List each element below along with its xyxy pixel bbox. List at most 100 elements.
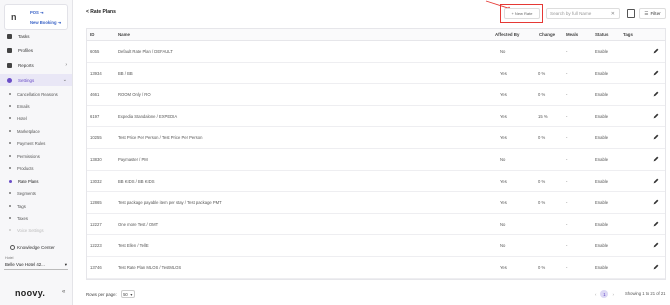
table-row[interactable]: 4661 ROOM Only / RO Yes 0 % - Enable xyxy=(87,84,665,106)
sidebar-subitem-rate-plans[interactable]: Rate Plans xyxy=(0,175,72,187)
edit-pencil-icon[interactable] xyxy=(653,178,659,184)
chevron-down-icon: ⌄ xyxy=(62,77,67,83)
column-header-name[interactable]: Name xyxy=(118,32,130,37)
edit-pencil-icon[interactable] xyxy=(653,156,659,162)
column-header-change[interactable]: Change xyxy=(539,32,555,37)
table-row[interactable]: 13032 BB KIDS / BB KIDS Yes 0 % - Enable xyxy=(87,171,665,193)
sidebar-subitem-hotel[interactable]: Hotel xyxy=(0,112,72,124)
bullet-icon xyxy=(9,105,11,107)
sidebar-subitem-tags[interactable]: Tags xyxy=(0,200,72,212)
edit-pencil-icon[interactable] xyxy=(653,242,659,248)
back-to-rate-plans-link[interactable]: < Rate Plans xyxy=(86,9,116,15)
table-row[interactable]: 12223 Test Ellen / TellE No - Enable xyxy=(87,235,665,257)
cell-change: 0 % xyxy=(538,135,546,141)
table-row[interactable]: 12227 One more Test / OMT No - Enable xyxy=(87,214,665,236)
pos-link[interactable]: POS ⇥ xyxy=(30,10,44,15)
cell-meals: - xyxy=(566,157,568,162)
cell-name: Test package payable item per stay / Tes… xyxy=(118,200,222,206)
edit-pencil-icon[interactable] xyxy=(653,70,659,76)
sidebar-item-reports[interactable]: Reports › xyxy=(0,59,72,71)
settings-icon xyxy=(7,77,12,83)
column-header-affected-by[interactable]: Affected By xyxy=(495,32,519,37)
cell-affected: Yes xyxy=(500,178,507,184)
filter-icon: ☰ xyxy=(644,10,649,16)
edit-pencil-icon[interactable] xyxy=(653,264,659,270)
hotel-select[interactable]: Belle Vue Hotel 42... ▾ xyxy=(4,260,68,270)
sidebar-subitem-payment-rules[interactable]: Payment Rules xyxy=(0,137,72,149)
cell-change: 15 % xyxy=(538,113,548,119)
edit-pencil-icon[interactable] xyxy=(653,91,659,97)
sidebar-item-settings[interactable]: Settings ⌄ xyxy=(0,74,72,86)
cell-status: Enable xyxy=(595,135,609,141)
cell-id: 6055 xyxy=(90,49,100,54)
sidebar-subitem-taxes[interactable]: Taxes xyxy=(0,212,72,224)
dropdown-arrow-icon: ▾ xyxy=(64,261,67,267)
sidebar-item-profiles[interactable]: Profiles xyxy=(0,44,72,56)
column-header-status[interactable]: Status xyxy=(595,32,608,37)
cell-meals: - xyxy=(566,70,568,76)
search-input[interactable]: Search by full Name ✕ xyxy=(546,8,620,19)
sidebar-subitem-permissions[interactable]: Permissions xyxy=(0,150,72,162)
filter-button[interactable]: ☰ Filter xyxy=(639,8,666,19)
bullet-icon xyxy=(9,117,11,119)
clear-search-icon[interactable]: ✕ xyxy=(611,11,615,17)
cell-status: Enable xyxy=(595,200,609,206)
cell-id: 13830 xyxy=(90,157,102,162)
column-header-tags[interactable]: Tags xyxy=(623,32,633,37)
pagination-summary: Showing 1 to 21 of 21 xyxy=(625,291,666,296)
annotation-highlight-box xyxy=(500,4,543,23)
edit-pencil-icon[interactable] xyxy=(653,48,659,54)
cell-status: Enable xyxy=(595,265,609,270)
bullet-icon xyxy=(9,192,11,194)
cell-name: Test Price Per Person / Test Price Per P… xyxy=(118,135,203,141)
edit-pencil-icon[interactable] xyxy=(653,113,659,119)
cell-name: Default Rate Plan / DEFAULT xyxy=(118,49,173,54)
cell-status: Enable xyxy=(595,178,609,184)
cell-name: ROOM Only / RO xyxy=(118,92,151,98)
cell-name: Test Ellen / TellE xyxy=(118,243,149,249)
table-row[interactable]: 6197 Expedia Standalone / EXPEDIA Yes 15 % -… xyxy=(87,106,665,128)
pagination: ‹ 1 › xyxy=(595,290,614,298)
cell-affected: Yes xyxy=(500,70,507,76)
cell-id: 13032 xyxy=(90,178,102,184)
sidebar-subitem-segments[interactable]: Segments xyxy=(0,187,72,199)
table-row[interactable]: 10255 Test Price Per Person / Test Price … xyxy=(87,127,665,149)
cell-meals: - xyxy=(566,200,568,206)
column-header-id[interactable]: ID xyxy=(90,32,94,37)
page-button-current[interactable]: 1 xyxy=(600,290,609,298)
table-row[interactable]: 12865 Test package payable item per stay … xyxy=(87,192,665,214)
cell-affected: No xyxy=(500,221,506,227)
rows-per-page-select[interactable]: 50 ▾ xyxy=(120,290,135,298)
cell-change: 0 % xyxy=(538,92,546,98)
edit-pencil-icon[interactable] xyxy=(653,134,659,140)
export-pdf-icon[interactable] xyxy=(627,9,635,18)
cell-status: Enable xyxy=(595,221,609,227)
table-row[interactable]: 13934 BB / BB Yes 0 % - Enable xyxy=(87,63,665,85)
sidebar-subitem-products[interactable]: Products xyxy=(0,162,72,174)
sidebar-subitem-voice-settings[interactable]: Voice Settings xyxy=(0,224,72,236)
table-row[interactable]: 13746 Test Rate Plan MLOS / TestMLOS Yes 0 … xyxy=(87,257,665,279)
bullet-icon xyxy=(9,155,11,157)
column-header-meals[interactable]: Meals xyxy=(566,32,578,37)
sidebar-item-tasks[interactable]: Tasks xyxy=(0,30,72,42)
next-page-icon[interactable]: › xyxy=(612,292,613,297)
cell-status: Enable xyxy=(595,113,609,119)
cell-id: 12223 xyxy=(90,243,102,249)
bullet-icon xyxy=(9,217,11,219)
previous-page-icon[interactable]: ‹ xyxy=(595,292,596,297)
table-row[interactable]: 13830 Paymaster / PM No - Enable xyxy=(87,149,665,171)
collapse-sidebar-icon[interactable]: « xyxy=(62,289,65,295)
table-row[interactable]: 6055 Default Rate Plan / DEFAULT No - Enable xyxy=(87,41,665,63)
sidebar-subitem-cancellation-reasons[interactable]: Cancellation Reasons xyxy=(0,88,72,100)
new-booking-link[interactable]: New Booking ⇥ xyxy=(30,20,61,25)
sidebar-subitem-emails[interactable]: Emails xyxy=(0,100,72,112)
edit-pencil-icon[interactable] xyxy=(653,221,659,227)
cell-id: 4661 xyxy=(90,92,100,98)
edit-pencil-icon[interactable] xyxy=(653,199,659,205)
knowledge-center-link[interactable]: Knowledge Center xyxy=(10,245,55,250)
noovy-logo: noovy. xyxy=(15,288,46,298)
cell-meals: - xyxy=(566,92,568,98)
sidebar-subitem-marketplace[interactable]: Marketplace xyxy=(0,125,72,137)
cell-meals: - xyxy=(566,113,568,119)
cell-id: 13746 xyxy=(90,265,102,270)
